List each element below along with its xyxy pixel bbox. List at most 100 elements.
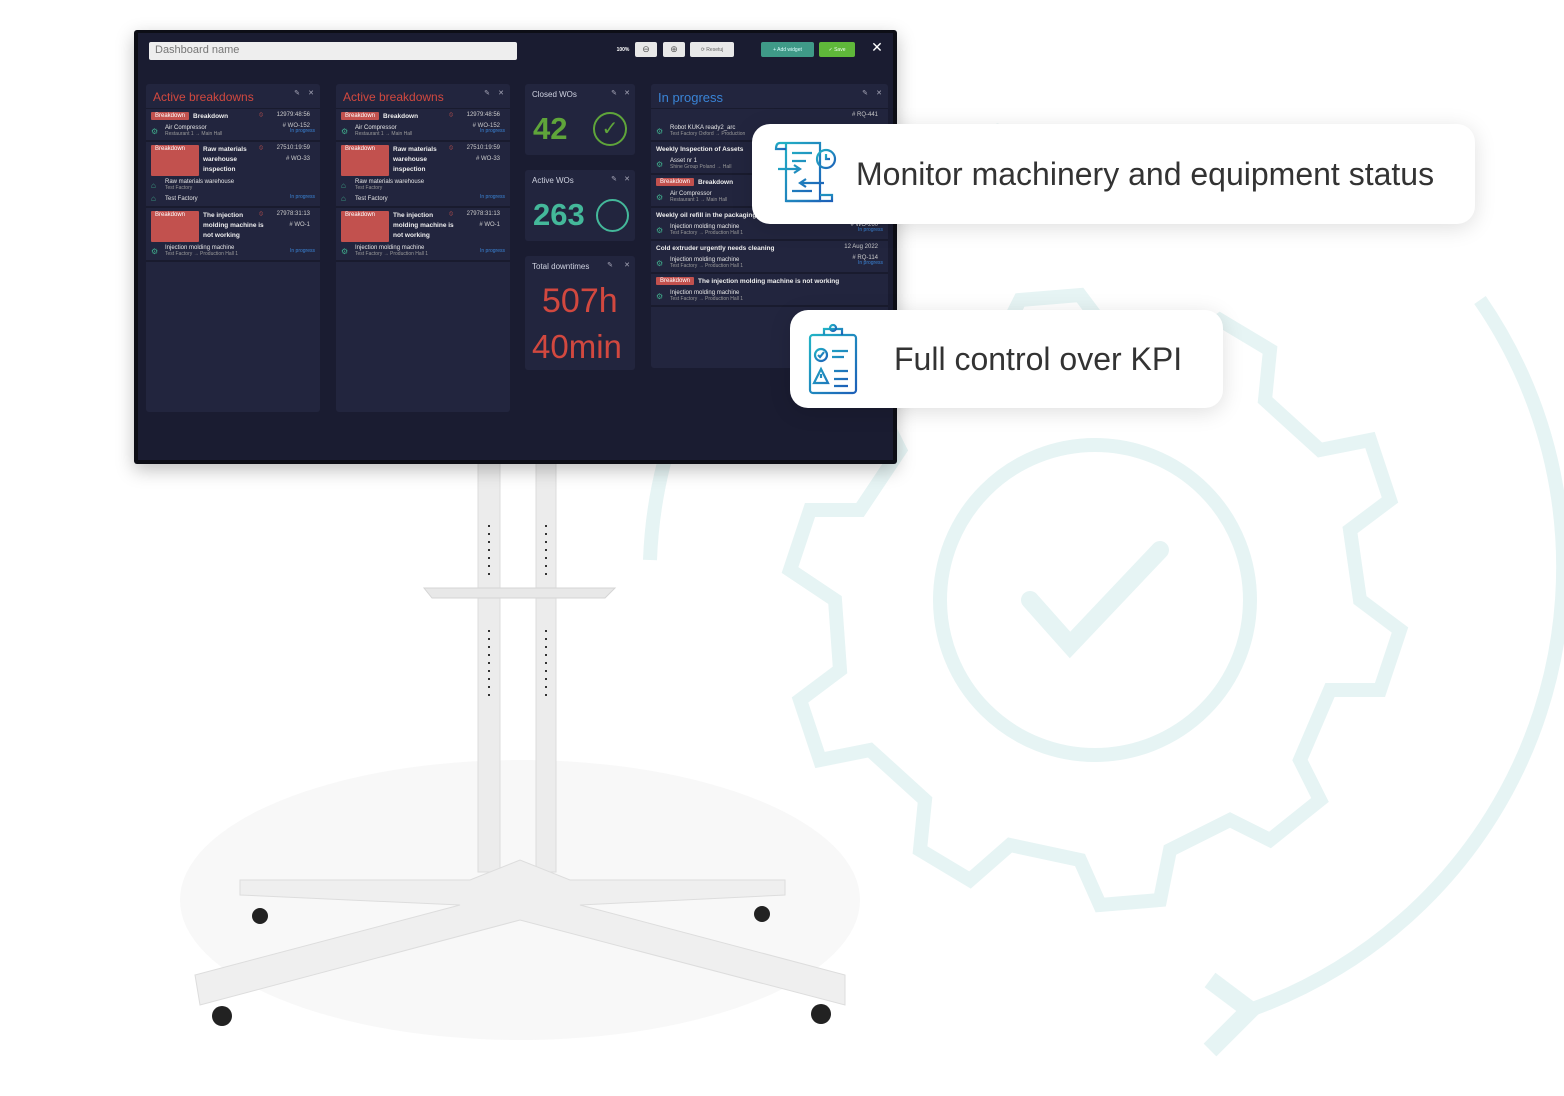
item-title: Cold extruder urgently needs cleaning [656,245,775,252]
close-icon[interactable]: ✕ [308,89,314,97]
home-icon: ⌂ [341,194,346,203]
elapsed-time: 27510:19:59 [276,145,310,151]
close-icon[interactable]: ✕ [624,175,630,183]
asset-gears-icon: ⚙ [656,126,664,136]
status-in-progress: In progress [857,260,883,266]
asset-location: Test Factory Oxford → Production [670,131,746,137]
home-icon: ⌂ [341,180,346,190]
callout-text: Monitor machinery and equipment status [856,155,1435,192]
timer-icon: ⦸ [449,112,453,118]
close-icon[interactable]: ✕ [876,89,882,97]
edit-icon[interactable]: ✎ [607,261,613,269]
asset-gears-icon: ⚙ [341,126,349,136]
asset-row: ⌂ Raw materials warehouse Test Factory [151,179,315,191]
elapsed-time: 27510:19:59 [466,145,500,151]
asset-row: ⚙ Injection molding machine Test Factory →… [656,290,883,302]
work-order-number: # WO-33 [475,156,500,162]
elapsed-time: 12979:48:56 [276,112,310,118]
zoom-out-button[interactable]: ⊖ [635,42,657,57]
zoom-in-button[interactable]: ⊕ [663,42,685,57]
asset-gears-icon: ⚙ [151,126,159,136]
elapsed-time: 27978:31:13 [276,211,310,217]
status-in-progress: In progress [289,128,315,134]
asset-gears-icon: ⚙ [151,246,159,256]
dashboard-name-input[interactable]: Dashboard name [149,42,517,60]
close-button[interactable]: ✕ [868,39,886,55]
edit-icon[interactable]: ✎ [862,89,868,97]
timer-icon: ⦸ [259,145,263,151]
breakdown-badge: Breakdown [341,145,389,176]
asset-location: Test Factory → Production Hall 1 [165,251,239,257]
list-item[interactable]: Cold extruder urgently needs cleaning 12 … [651,241,888,274]
active-wos-value: 263 [533,197,585,232]
list-item[interactable]: Breakdown The injection molding machine i… [336,208,510,262]
widget-title: Active breakdowns [343,90,444,104]
breakdown-badge: Breakdown [656,178,695,186]
edit-icon[interactable]: ✎ [611,89,617,97]
widget-header: Active breakdowns ✎ ✕ [336,84,510,109]
asset-location: Test Factory → Production Hall 1 [670,263,744,269]
close-icon[interactable]: ✕ [624,89,630,97]
widget-header: Active breakdowns ✎ ✕ [146,84,320,109]
work-order-number: # RQ-441 [851,112,878,118]
save-button[interactable]: ✓ Save [819,42,855,57]
closed-wos-widget: Closed WOs ✎ ✕ 42 ✓ [525,84,635,155]
asset-row: ⌂ Raw materials warehouse Test Factory [341,179,505,191]
asset-gears-icon: ⚙ [656,225,664,235]
close-icon[interactable]: ✕ [624,261,630,269]
item-title: Raw materials warehouse inspection [393,146,437,173]
elapsed-time: 12979:48:56 [466,112,500,118]
circle-icon [596,199,629,232]
reset-button[interactable]: ⟳ Resetuj [690,42,734,57]
active-breakdowns-widget-1: Active breakdowns ✎ ✕ Breakdown Breakdown ⦸ 12… [146,84,320,412]
asset-location: Test Factory → Production Hall 1 [355,251,429,257]
due-date: 12 Aug 2022 [844,244,878,250]
asset-location: Test Factory [165,185,193,191]
total-downtimes-widget: Total downtimes ✎ ✕ 507h 40min [525,256,635,370]
work-order-number: # WO-33 [285,156,310,162]
active-wos-widget: Active WOs ✎ ✕ 263 [525,170,635,241]
item-title: Breakdown [193,113,229,120]
breakdown-badge: Breakdown [151,112,190,120]
list-item[interactable]: Breakdown Breakdown ⦸ 12979:48:56 # WO-152 ⚙ A… [146,109,320,142]
zoom-in-icon: ⊕ [670,44,678,54]
zoom-level: 100% [616,46,630,53]
widget-title: Total downtimes [532,262,590,271]
asset-location: Restaurant 1 → Main Hall [165,131,223,137]
asset-gears-icon: ⚙ [656,159,664,169]
edit-icon[interactable]: ✎ [294,89,300,97]
asset-gears-icon: ⚙ [341,246,349,256]
home-icon: ⌂ [151,194,156,203]
list-item[interactable]: Breakdown The injection molding machine i… [146,208,320,262]
item-title: The injection molding machine is not wor… [393,212,454,239]
list-item[interactable]: Breakdown Breakdown ⦸ 12979:48:56 # WO-152 ⚙ A… [336,109,510,142]
asset-gears-icon: ⚙ [656,291,664,301]
timer-icon: ⦸ [449,211,453,217]
home-icon: ⌂ [151,180,156,190]
edit-icon[interactable]: ✎ [484,89,490,97]
list-item[interactable]: Breakdown The injection molding machine i… [651,274,888,307]
location-name: Test Factory [355,195,388,202]
list-item[interactable]: Breakdown Raw materials warehouse inspect… [146,142,320,208]
edit-icon[interactable]: ✎ [611,175,617,183]
closed-wos-value: 42 [533,111,568,146]
item-title: Breakdown [383,113,419,120]
status-in-progress: In progress [479,128,505,134]
status-in-progress: In progress [289,194,315,200]
status-in-progress: In progress [857,227,883,233]
widget-title: Closed WOs [532,90,577,99]
list-item[interactable]: Breakdown Raw materials warehouse inspect… [336,142,510,208]
clipboard-checklist-warning-icon [808,323,858,395]
work-order-number: # WO-1 [479,222,500,228]
status-in-progress: In progress [479,194,505,200]
callout-monitor-machinery: Monitor machinery and equipment status [752,124,1475,224]
timer-icon: ⦸ [259,112,263,118]
asset-location: Test Factory → Production Hall 1 [670,296,744,302]
widget-title: Active WOs [532,176,574,185]
add-widget-button[interactable]: + Add widget [761,42,814,57]
downtime-hours: 507h [542,282,618,320]
asset-location: Restaurant 1 → Main Hall [355,131,413,137]
breakdown-badge: Breakdown [341,211,389,242]
close-icon[interactable]: ✕ [498,89,504,97]
asset-row: ⚙ Injection molding machine Test Factory →… [656,224,883,236]
